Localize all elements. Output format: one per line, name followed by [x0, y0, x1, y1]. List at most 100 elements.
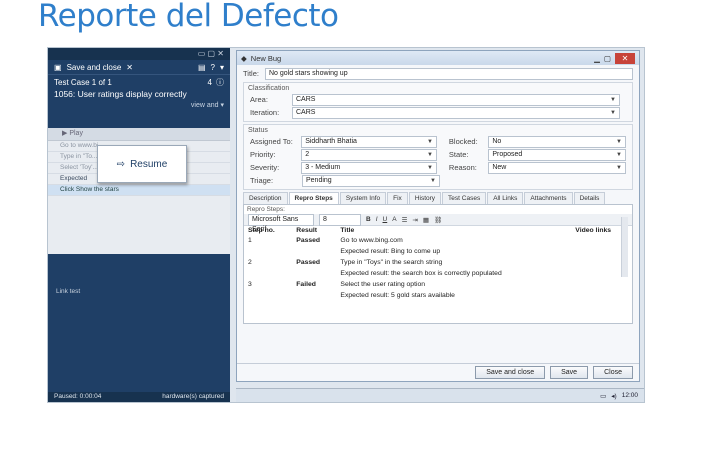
tab-system-info[interactable]: System Info: [339, 192, 387, 204]
cell-result: Passed: [296, 237, 321, 244]
maximize-icon[interactable]: ▢: [604, 54, 611, 63]
triage-select[interactable]: Pending ▼: [302, 174, 440, 187]
bug-tabs: Description Repro Steps System Info Fix Hist…: [243, 192, 633, 205]
test-case-indicator[interactable]: Test Case 1 of 1: [54, 78, 112, 87]
chevron-down-icon[interactable]: ▾: [220, 63, 224, 72]
info-icon[interactable]: ⓘ: [216, 77, 224, 88]
reason-select[interactable]: New ▼: [488, 161, 626, 174]
tab-history[interactable]: History: [408, 192, 442, 204]
runner-window-bar: ▭ ▢ ✕: [48, 48, 230, 60]
area-select[interactable]: CARS ▼: [292, 93, 620, 106]
reason-label: Reason:: [448, 163, 477, 172]
test-runner-panel: ▭ ▢ ✕ ▣ Save and close ✕ ▤ ? ▾ Test Case…: [48, 48, 230, 402]
table-row: 2 Passed Type in "Toys" in the search stri…: [244, 257, 632, 268]
tab-repro-steps[interactable]: Repro Steps: [288, 192, 339, 204]
table-row: 1 Passed Go to www.bing.com: [244, 235, 632, 246]
cell-title: Go to www.bing.com: [340, 237, 403, 244]
cell-result: Passed: [296, 259, 321, 266]
priority-row: Priority: 2 ▼ State: Proposed ▼: [244, 148, 632, 161]
classification-label: Classification: [248, 85, 290, 92]
play-button[interactable]: Play: [69, 130, 83, 137]
table-row: 3 Failed Select the user rating option: [244, 279, 632, 290]
close-icon[interactable]: ✕: [615, 52, 635, 64]
table-icon[interactable]: ▦: [423, 216, 429, 224]
runner-footer: Paused: 0:00:04 hardware(s) captured: [48, 392, 230, 402]
chevron-down-icon: ▼: [430, 177, 436, 184]
minimize-icon[interactable]: ▁: [594, 54, 600, 63]
save-icon[interactable]: ▣: [54, 63, 62, 72]
screenshot-frame: ▭ ▢ ✕ ▣ Save and close ✕ ▤ ? ▾ Test Case…: [47, 47, 645, 403]
table-row: Expected result: Bing to come up: [244, 246, 632, 257]
cell-step: 1: [248, 237, 252, 244]
chevron-down-icon: ▼: [610, 109, 616, 116]
tab-attachments[interactable]: Attachments: [524, 192, 573, 204]
tab-test-cases[interactable]: Test Cases: [442, 192, 487, 204]
indent-icon[interactable]: ⇥: [412, 216, 417, 224]
title-field[interactable]: No gold stars showing up: [264, 67, 633, 80]
severity-select[interactable]: 3 - Medium ▼: [301, 161, 437, 174]
dialog-footer: Save and close Save Close: [237, 363, 639, 381]
network-icon[interactable]: ▭: [600, 392, 606, 400]
close-button[interactable]: Close: [593, 366, 633, 379]
volume-icon[interactable]: ◂): [611, 392, 616, 400]
runner-toolbar: ▣ Save and close ✕ ▤ ? ▾: [48, 60, 230, 75]
iteration-select[interactable]: CARS ▼: [292, 106, 620, 119]
font-size-select[interactable]: 8: [319, 213, 361, 226]
cell-result: [292, 268, 336, 279]
link-test-link[interactable]: Link test: [56, 288, 80, 295]
blocked-select[interactable]: No ▼: [488, 135, 626, 148]
italic-icon[interactable]: I: [376, 216, 378, 223]
tab-description[interactable]: Description: [243, 192, 288, 204]
window-controls-icon[interactable]: ▭ ▢ ✕: [198, 49, 224, 58]
tab-fix[interactable]: Fix: [387, 192, 408, 204]
chevron-down-icon: ▼: [426, 151, 433, 158]
tab-details[interactable]: Details: [573, 192, 606, 204]
triage-label: Triage:: [250, 176, 274, 185]
list-item[interactable]: Click Show the stars: [48, 185, 230, 196]
save-button[interactable]: Save: [550, 366, 589, 379]
cell-video: [571, 279, 632, 290]
status-label: Status: [248, 127, 268, 134]
link-icon[interactable]: ⛓: [434, 216, 442, 224]
list-icon[interactable]: ☰: [402, 216, 408, 224]
capture-icon[interactable]: ▤: [198, 63, 206, 72]
severity-label: Severity:: [250, 163, 280, 172]
capture-status: hardware(s) captured: [162, 393, 224, 400]
chevron-down-icon: ▼: [426, 164, 433, 171]
font-select[interactable]: Microsoft Sans Serif: [248, 213, 314, 233]
area-label: Area:: [250, 95, 268, 104]
area-row: Area: CARS ▼: [244, 93, 632, 106]
resume-icon: ⇨: [116, 158, 126, 170]
chevron-down-icon: ▼: [610, 96, 616, 103]
help-button[interactable]: ?: [211, 63, 215, 72]
close-icon[interactable]: ✕: [126, 63, 133, 72]
priority-label: Priority:: [250, 150, 276, 159]
state-select[interactable]: Proposed ▼: [488, 148, 626, 161]
tab-all-links[interactable]: All Links: [487, 192, 524, 204]
priority-select[interactable]: 2 ▼: [301, 148, 437, 161]
cell-step: [244, 290, 292, 301]
save-and-close-button[interactable]: Save and close: [67, 63, 122, 72]
assigned-select[interactable]: Siddharth Bhatia ▼: [301, 135, 437, 148]
color-icon[interactable]: A: [392, 216, 396, 223]
cell-result: [292, 290, 336, 301]
title-label: Title:: [243, 69, 259, 78]
cell-step: 2: [248, 259, 252, 266]
clock: 12:00: [621, 392, 638, 399]
col-result: Result: [296, 227, 318, 234]
new-bug-dialog: ◆ New Bug ▁ ▢ ✕ Title: No gold stars sho…: [236, 50, 640, 382]
cell-title: Expected result: 5 gold stars available: [340, 292, 455, 299]
title-row: Title: No gold stars showing up: [237, 67, 639, 80]
iteration-label: Iteration:: [250, 108, 280, 117]
blocked-label: Blocked:: [448, 137, 478, 146]
bold-icon[interactable]: B: [366, 216, 371, 223]
repro-scrollbar[interactable]: [621, 217, 628, 277]
chevron-down-icon: ▼: [426, 138, 433, 145]
table-row: Expected result: the search box is corre…: [244, 268, 632, 279]
underline-icon[interactable]: U: [383, 216, 388, 223]
resume-button[interactable]: ⇨ Resume: [97, 145, 187, 183]
view-link[interactable]: view and ▾: [48, 101, 230, 111]
cell-title: Expected result: the search box is corre…: [340, 270, 502, 277]
save-and-close-button[interactable]: Save and close: [475, 366, 546, 379]
assigned-row: Assigned To: Siddharth Bhatia ▼ Blocked: …: [244, 135, 632, 148]
